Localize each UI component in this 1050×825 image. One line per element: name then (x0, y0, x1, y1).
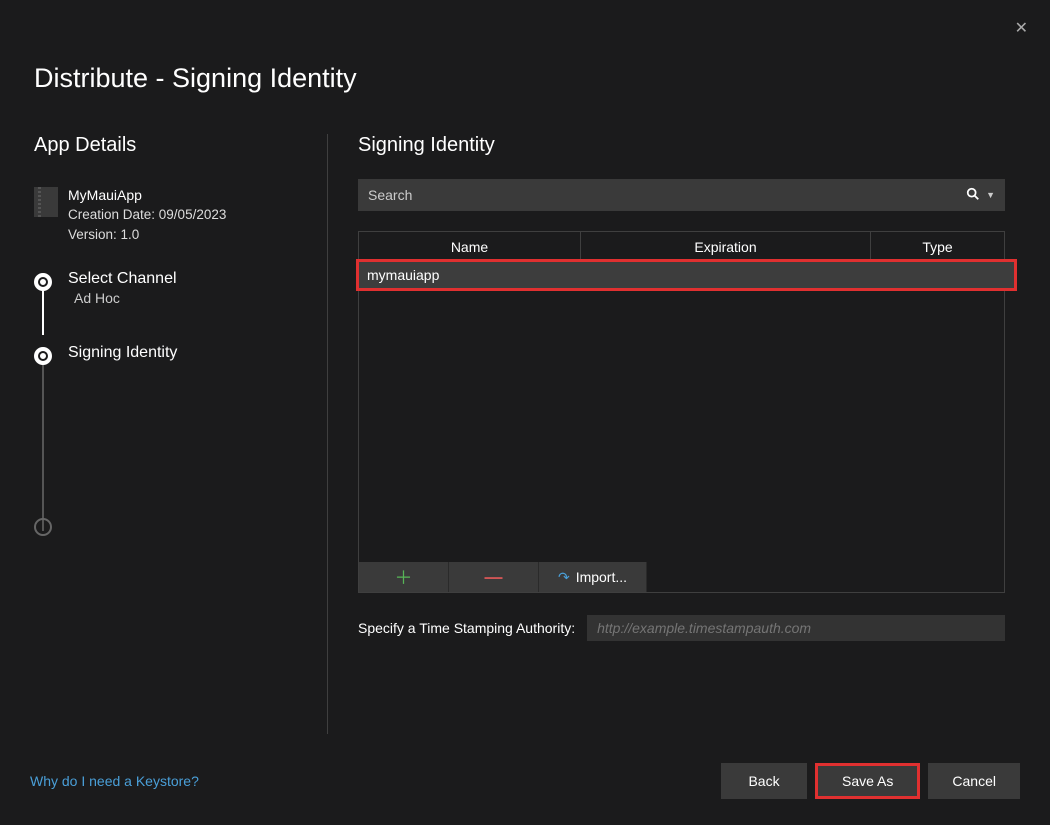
timestamp-label: Specify a Time Stamping Authority: (358, 620, 575, 636)
step-connector (42, 355, 44, 531)
back-button[interactable]: Back (721, 763, 807, 799)
save-as-button[interactable]: Save As (818, 766, 917, 796)
footer: Why do I need a Keystore? Back Save As C… (0, 763, 1050, 799)
step-title: Signing Identity (68, 344, 327, 362)
column-name[interactable]: Name (359, 232, 581, 261)
import-button[interactable]: ↷ Import... (539, 562, 647, 592)
search-input[interactable] (368, 187, 966, 203)
help-link-keystore[interactable]: Why do I need a Keystore? (30, 773, 199, 789)
search-bar: ▼ (358, 179, 1005, 211)
app-details-header: App Details (34, 134, 327, 157)
cancel-button[interactable]: Cancel (928, 763, 1020, 799)
step-placeholder-icon (34, 518, 52, 536)
column-expiration[interactable]: Expiration (581, 232, 871, 261)
footer-buttons: Back Save As Cancel (721, 763, 1020, 799)
signing-identity-header: Signing Identity (358, 134, 1005, 157)
step-select-channel[interactable]: Select Channel Ad Hoc (44, 270, 327, 306)
table-body: mymauiapp (359, 262, 1004, 562)
search-icon[interactable] (966, 187, 980, 204)
table-header: Name Expiration Type (359, 232, 1004, 262)
step-subtitle: Ad Hoc (74, 290, 327, 306)
save-as-highlight: Save As (815, 763, 920, 799)
content-area: App Details MyMauiApp Creation Date: 09/… (0, 134, 1050, 734)
remove-button[interactable]: — (449, 562, 539, 592)
step-title: Select Channel (68, 270, 327, 288)
timestamp-row: Specify a Time Stamping Authority: (358, 615, 1005, 641)
package-icon (34, 187, 58, 217)
app-name: MyMauiApp (68, 185, 226, 205)
app-creation-date: Creation Date: 09/05/2023 (68, 205, 226, 225)
dialog-title: Distribute - Signing Identity (0, 0, 1050, 94)
step-signing-identity[interactable]: Signing Identity (44, 344, 327, 362)
table-toolbar: ＋ — ↷ Import... (359, 562, 647, 592)
cell-name: mymauiapp (367, 267, 439, 283)
close-button[interactable]: ✕ (1015, 18, 1028, 38)
identities-table: Name Expiration Type mymauiapp ＋ — ↷ Imp… (358, 231, 1005, 593)
add-button[interactable]: ＋ (359, 562, 449, 592)
app-info: MyMauiApp Creation Date: 09/05/2023 Vers… (34, 185, 327, 244)
left-panel: App Details MyMauiApp Creation Date: 09/… (0, 134, 328, 734)
app-version: Version: 1.0 (68, 225, 226, 245)
import-label: Import... (576, 569, 627, 585)
step-dot-icon (34, 273, 52, 291)
right-panel: Signing Identity ▼ Name Expiration Type … (328, 134, 1050, 734)
wizard-steps: Select Channel Ad Hoc Signing Identity (44, 270, 327, 362)
chevron-down-icon[interactable]: ▼ (986, 190, 995, 200)
table-row[interactable]: mymauiapp (356, 259, 1017, 291)
import-arrow-icon: ↷ (558, 569, 570, 586)
column-type[interactable]: Type (871, 232, 1004, 261)
step-dot-icon (34, 347, 52, 365)
app-info-text: MyMauiApp Creation Date: 09/05/2023 Vers… (68, 185, 226, 244)
timestamp-input[interactable] (587, 615, 1005, 641)
